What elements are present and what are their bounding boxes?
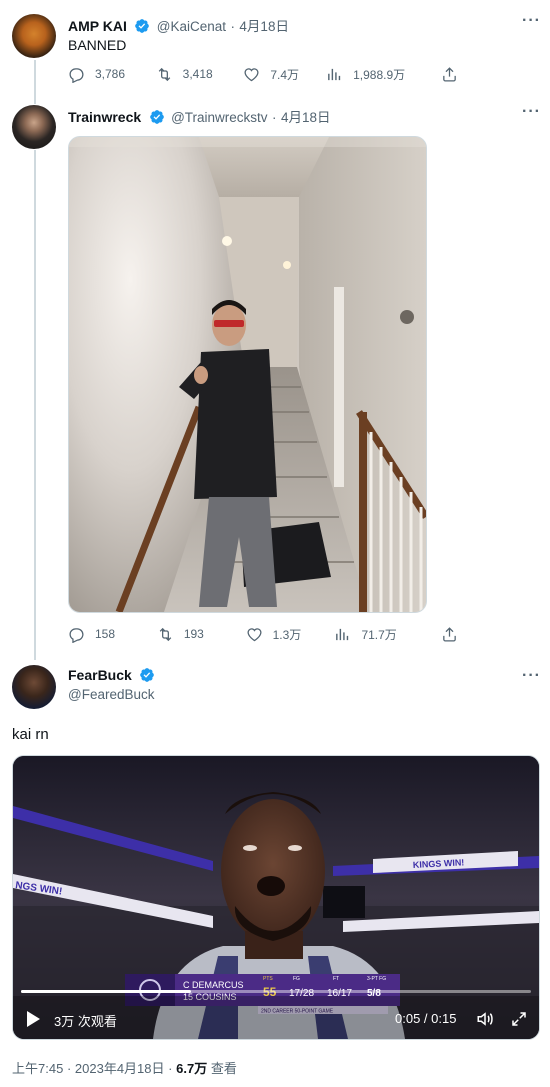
display-name[interactable]: Trainwreck xyxy=(68,109,141,125)
avatar[interactable] xyxy=(12,105,56,149)
tweet-text: BANNED xyxy=(68,37,127,53)
like-count: 1.3万 xyxy=(272,627,302,642)
avatar[interactable] xyxy=(12,14,56,58)
verified-badge-icon xyxy=(140,668,155,682)
display-name[interactable]: FearBuck xyxy=(68,667,132,683)
like-button[interactable]: 7.4万 xyxy=(243,66,326,83)
ticker-ft-label: FT xyxy=(333,976,339,982)
video-player[interactable]: NGS WIN! KINGS WIN! C DEMARCUS 15 COUSIN… xyxy=(12,755,540,1040)
retweet-count: 193 xyxy=(183,627,204,641)
video-progress-track[interactable] xyxy=(21,990,531,993)
volume-button[interactable] xyxy=(476,1010,494,1028)
retweet-icon xyxy=(158,67,170,81)
volume-icon xyxy=(477,1012,493,1026)
like-count: 7.4万 xyxy=(270,67,299,82)
video-frame: NGS WIN! KINGS WIN! C DEMARCUS 15 COUSIN… xyxy=(13,756,539,1039)
share-icon xyxy=(443,66,456,82)
action-bar: 3,786 3,418 7.4万 1,988.9万 xyxy=(68,65,468,83)
footer-separator: · xyxy=(168,1061,173,1076)
footer-time[interactable]: 上午7:45 xyxy=(12,1061,63,1076)
ticker-pts-label: PTS xyxy=(263,976,273,982)
ticker-player-line1: C DEMARCUS xyxy=(183,980,244,990)
views-icon xyxy=(328,68,341,80)
ticker-3p-label: 3-PT FG xyxy=(367,976,386,982)
share-button[interactable] xyxy=(441,66,468,83)
share-icon xyxy=(443,626,456,642)
tweet-date[interactable]: 4月18日 xyxy=(239,19,289,34)
reply-icon xyxy=(69,627,84,643)
reply-button[interactable]: 158 xyxy=(68,626,157,643)
reply-count: 3,786 xyxy=(95,67,126,81)
views-count: 71.7万 xyxy=(361,627,397,642)
verified-badge-icon xyxy=(135,19,150,33)
video-view-count: 3万 次观看 xyxy=(54,1014,117,1029)
ticker-fg-label: FG xyxy=(293,976,300,982)
handle[interactable]: @FearedBuck xyxy=(68,687,155,702)
tweet-photo[interactable] xyxy=(68,136,427,613)
like-icon xyxy=(247,627,262,641)
handle[interactable]: @Trainwreckstv xyxy=(171,110,267,125)
views-button[interactable]: 1,988.9万 xyxy=(326,66,441,83)
fullscreen-icon xyxy=(512,1012,526,1026)
dot-separator: · xyxy=(230,19,235,34)
tweet-trainwreck[interactable]: Trainwreck @Trainwreckstv · 4月18日 ··· 15… xyxy=(0,95,550,650)
footer-views-label: 查看 xyxy=(210,1061,237,1076)
tweet-date[interactable]: 4月18日 xyxy=(281,110,331,125)
like-icon xyxy=(244,67,259,81)
reply-count: 158 xyxy=(95,627,116,641)
more-icon[interactable]: ··· xyxy=(522,103,541,121)
footer-date[interactable]: 2023年4月18日 xyxy=(75,1061,165,1076)
tweet-fearbuck[interactable]: FearBuck @FearedBuck ··· kai rn NGS WIN! xyxy=(0,655,550,1087)
video-progress-fill xyxy=(21,990,191,993)
dot-separator: · xyxy=(271,110,277,125)
verified-badge-icon xyxy=(149,110,164,124)
retweet-button[interactable]: 193 xyxy=(157,626,246,643)
video-time: 0:05 / 0:15 xyxy=(395,1011,457,1026)
views-button[interactable]: 71.7万 xyxy=(334,626,441,643)
play-icon xyxy=(27,1011,40,1027)
retweet-icon xyxy=(159,627,172,641)
views-count: 1,988.9万 xyxy=(353,67,406,82)
reply-button[interactable]: 3,786 xyxy=(68,66,156,83)
tweet-kaicenat[interactable]: AMP KAI @KaiCenat · 4月18日 ··· BANNED 3,7… xyxy=(0,0,550,95)
play-button[interactable] xyxy=(25,1010,41,1028)
staircase-photo xyxy=(69,137,426,612)
display-name[interactable]: AMP KAI xyxy=(68,18,127,34)
more-icon[interactable]: ··· xyxy=(522,667,541,685)
retweet-count: 3,418 xyxy=(182,67,213,81)
share-button[interactable] xyxy=(441,626,468,643)
like-button[interactable]: 1.3万 xyxy=(246,626,335,643)
footer-separator: · xyxy=(66,1061,72,1076)
retweet-button[interactable]: 3,418 xyxy=(156,66,244,83)
tweet-timestamp: 上午7:45 · 2023年4月18日 · 6.7万 查看 xyxy=(12,1058,237,1077)
views-icon xyxy=(336,628,349,640)
tweet-text: kai rn xyxy=(12,726,49,743)
avatar[interactable] xyxy=(12,665,56,709)
action-bar: 158 193 1.3万 71.7万 xyxy=(68,625,468,643)
fullscreen-button[interactable] xyxy=(510,1010,528,1028)
handle[interactable]: @KaiCenat xyxy=(157,19,226,34)
reply-icon xyxy=(69,67,84,83)
more-icon[interactable]: ··· xyxy=(522,12,541,30)
footer-views-count: 6.7万 xyxy=(176,1061,208,1076)
